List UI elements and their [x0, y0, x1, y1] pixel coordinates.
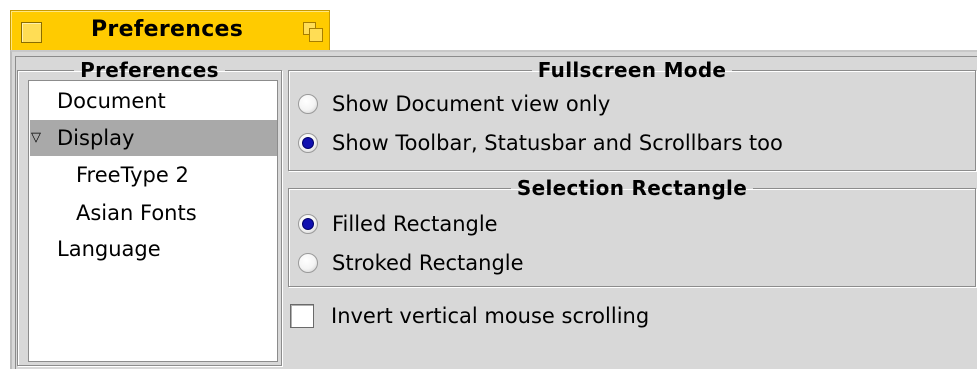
sidebar-item-document[interactable]: Document	[57, 83, 277, 119]
sidebar-item-label: FreeType 2	[76, 163, 189, 187]
sidebar-item-display[interactable]: ▽ Display	[30, 120, 277, 156]
checkbox[interactable]	[290, 304, 314, 328]
fullscreen-mode-group-label: Fullscreen Mode	[537, 58, 727, 82]
invert-vertical-scrolling-checkbox[interactable]: Invert vertical mouse scrolling	[290, 298, 940, 334]
sidebar-item-label: Display	[57, 126, 135, 150]
checkbox-label: Invert vertical mouse scrolling	[331, 304, 650, 328]
preferences-group-label: Preferences	[80, 58, 219, 82]
sidebar-item-asian-fonts[interactable]: Asian Fonts	[76, 195, 276, 231]
radio-filled-rectangle[interactable]: Filled Rectangle	[298, 206, 898, 242]
sidebar-item-language[interactable]: Language	[57, 231, 277, 267]
radio-show-toolbar-statusbar-scrollbars[interactable]: Show Toolbar, Statusbar and Scrollbars t…	[298, 125, 968, 161]
window-title: Preferences	[91, 17, 244, 42]
radio-label: Show Document view only	[332, 92, 611, 116]
radio-label: Stroked Rectangle	[332, 251, 524, 275]
radio-stroked-rectangle[interactable]: Stroked Rectangle	[298, 245, 898, 281]
close-icon[interactable]	[21, 22, 42, 43]
radio-label: Filled Rectangle	[332, 212, 498, 236]
radio-button[interactable]	[298, 94, 318, 114]
radio-show-document-view-only[interactable]: Show Document view only	[298, 86, 898, 122]
zoom-icon[interactable]	[303, 22, 324, 43]
sidebar-item-freetype-2[interactable]: FreeType 2	[76, 157, 276, 193]
expand-triangle-icon[interactable]: ▽	[31, 120, 41, 156]
radio-label: Show Toolbar, Statusbar and Scrollbars t…	[332, 131, 783, 155]
radio-button[interactable]	[298, 253, 318, 273]
preferences-category-list[interactable]: Document ▽ Display FreeType 2 Asian Font…	[28, 80, 278, 362]
sidebar-item-label: Document	[57, 89, 166, 113]
sidebar-item-label: Asian Fonts	[76, 201, 197, 225]
window-tab[interactable]: Preferences	[10, 10, 330, 51]
radio-button-selected[interactable]	[298, 214, 318, 234]
sidebar-item-label: Language	[57, 237, 161, 261]
radio-button-selected[interactable]	[298, 133, 318, 153]
selection-rectangle-group-label: Selection Rectangle	[516, 176, 748, 200]
